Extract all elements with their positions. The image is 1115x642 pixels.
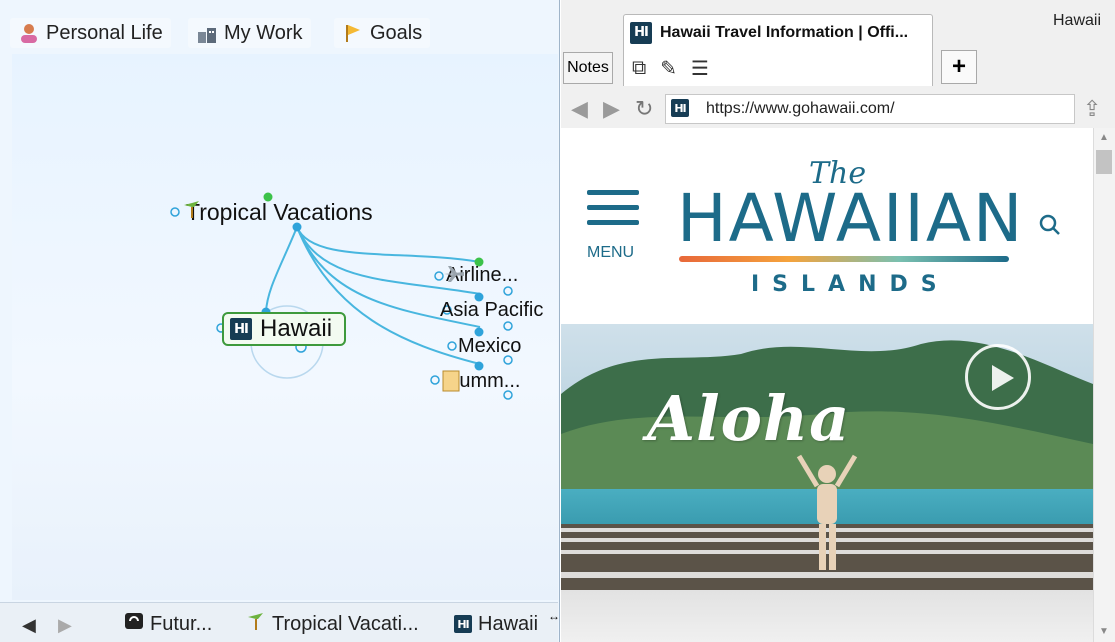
logo-subtitle: ISLANDS — [751, 272, 950, 297]
tab-label: Goals — [370, 21, 423, 44]
hero-image[interactable]: Aloha — [561, 324, 1093, 590]
web-page[interactable]: MENU The HAWAIIAN ISLANDS Aloha — [561, 128, 1093, 590]
history-item-hawaii[interactable]: HI Hawaii — [454, 611, 538, 637]
selected-topic-hawaii[interactable]: HI Hawaii — [222, 312, 346, 346]
hamburger-menu-icon[interactable] — [587, 190, 639, 235]
menu-icon[interactable]: ☰ — [691, 56, 709, 81]
history-item-future[interactable]: Futur... — [124, 611, 212, 637]
logo-underline — [679, 256, 1009, 262]
palm-tree-icon — [246, 611, 266, 637]
browser-pane: Hawaii HI Hawaii Travel Information | Of… — [561, 0, 1115, 642]
subtopic-summary[interactable]: Summ... — [442, 370, 520, 393]
tab-my-work[interactable]: My Work — [188, 18, 311, 48]
new-tab-button[interactable]: + — [941, 50, 977, 84]
hawaii-logo-icon: HI — [630, 21, 652, 44]
tab-personal-life[interactable]: Personal Life — [10, 18, 171, 48]
office-icon — [196, 22, 218, 44]
hero-text: Aloha — [647, 382, 851, 455]
hawaii-logo-icon: HI — [454, 615, 472, 633]
presentation-icon[interactable]: ⧉ — [632, 57, 646, 80]
mind-map-pane: Personal Life My Work Goals Tropical Vac… — [0, 0, 560, 642]
browser-tab-active[interactable]: HI Hawaii Travel Information | Offi... — [623, 14, 933, 50]
mind-map-canvas[interactable]: Tropical Vacations HI Hawaii Airline... … — [12, 54, 558, 600]
tab-label: My Work — [224, 21, 303, 44]
share-icon[interactable]: ⇪ — [1083, 96, 1101, 122]
hawaii-logo-icon: HI — [230, 318, 252, 340]
tab-label: Personal Life — [46, 21, 163, 44]
play-icon[interactable] — [965, 344, 1031, 410]
history-item-tropical[interactable]: Tropical Vacati... — [246, 611, 419, 637]
window-title: Hawaii — [1052, 12, 1101, 29]
tab-goals[interactable]: Goals — [334, 18, 431, 48]
person-icon — [18, 22, 40, 44]
resize-handle-icon[interactable]: ↔ — [548, 609, 560, 623]
central-topic[interactable]: Tropical Vacations — [182, 199, 373, 226]
scroll-thumb[interactable] — [1096, 150, 1112, 174]
brain-icon — [124, 611, 144, 637]
subtopic-airline[interactable]: Airline... — [442, 264, 518, 287]
subtopic-mexico[interactable]: Mexico — [458, 335, 521, 358]
refresh-icon[interactable]: ↻ — [635, 96, 653, 122]
scroll-up-icon[interactable]: ▲ — [1099, 132, 1109, 143]
url-field[interactable]: https://www.gohawaii.com/ — [665, 94, 1075, 124]
logo-main: HAWAIIAN — [677, 180, 1025, 257]
tab-title: Hawaii Travel Information | Offi... — [660, 23, 909, 41]
search-icon[interactable] — [1037, 212, 1063, 243]
map-tabs-bar: Personal Life My Work Goals — [0, 8, 558, 54]
subtopic-asia-pacific[interactable]: Asia Pacific — [440, 299, 543, 322]
notes-button[interactable]: Notes — [563, 52, 613, 84]
forward-icon[interactable]: ▶ — [603, 96, 620, 122]
page-bottom-shadow — [561, 590, 1093, 642]
right-arrow-icon[interactable]: ▶ — [58, 615, 72, 636]
scroll-down-icon[interactable]: ▼ — [1099, 626, 1109, 637]
browser-nav-bar: ◀ ▶ ↻ https://www.gohawaii.com/ HI ⇪ — [561, 90, 1115, 128]
left-arrow-icon[interactable]: ◀ — [22, 615, 36, 636]
vertical-scrollbar[interactable]: ▲ ▼ — [1093, 128, 1115, 642]
pencil-icon[interactable]: ✎ — [660, 56, 677, 81]
history-bar: ◀ ▶ Futur... Tropical Vacati... HI Hawai… — [0, 602, 560, 642]
back-icon[interactable]: ◀ — [571, 96, 588, 122]
tab-toolbar: ⧉ ✎ ☰ — [623, 50, 933, 86]
flag-icon — [342, 22, 364, 44]
menu-label[interactable]: MENU — [587, 244, 634, 262]
site-favicon-icon: HI — [671, 99, 689, 117]
